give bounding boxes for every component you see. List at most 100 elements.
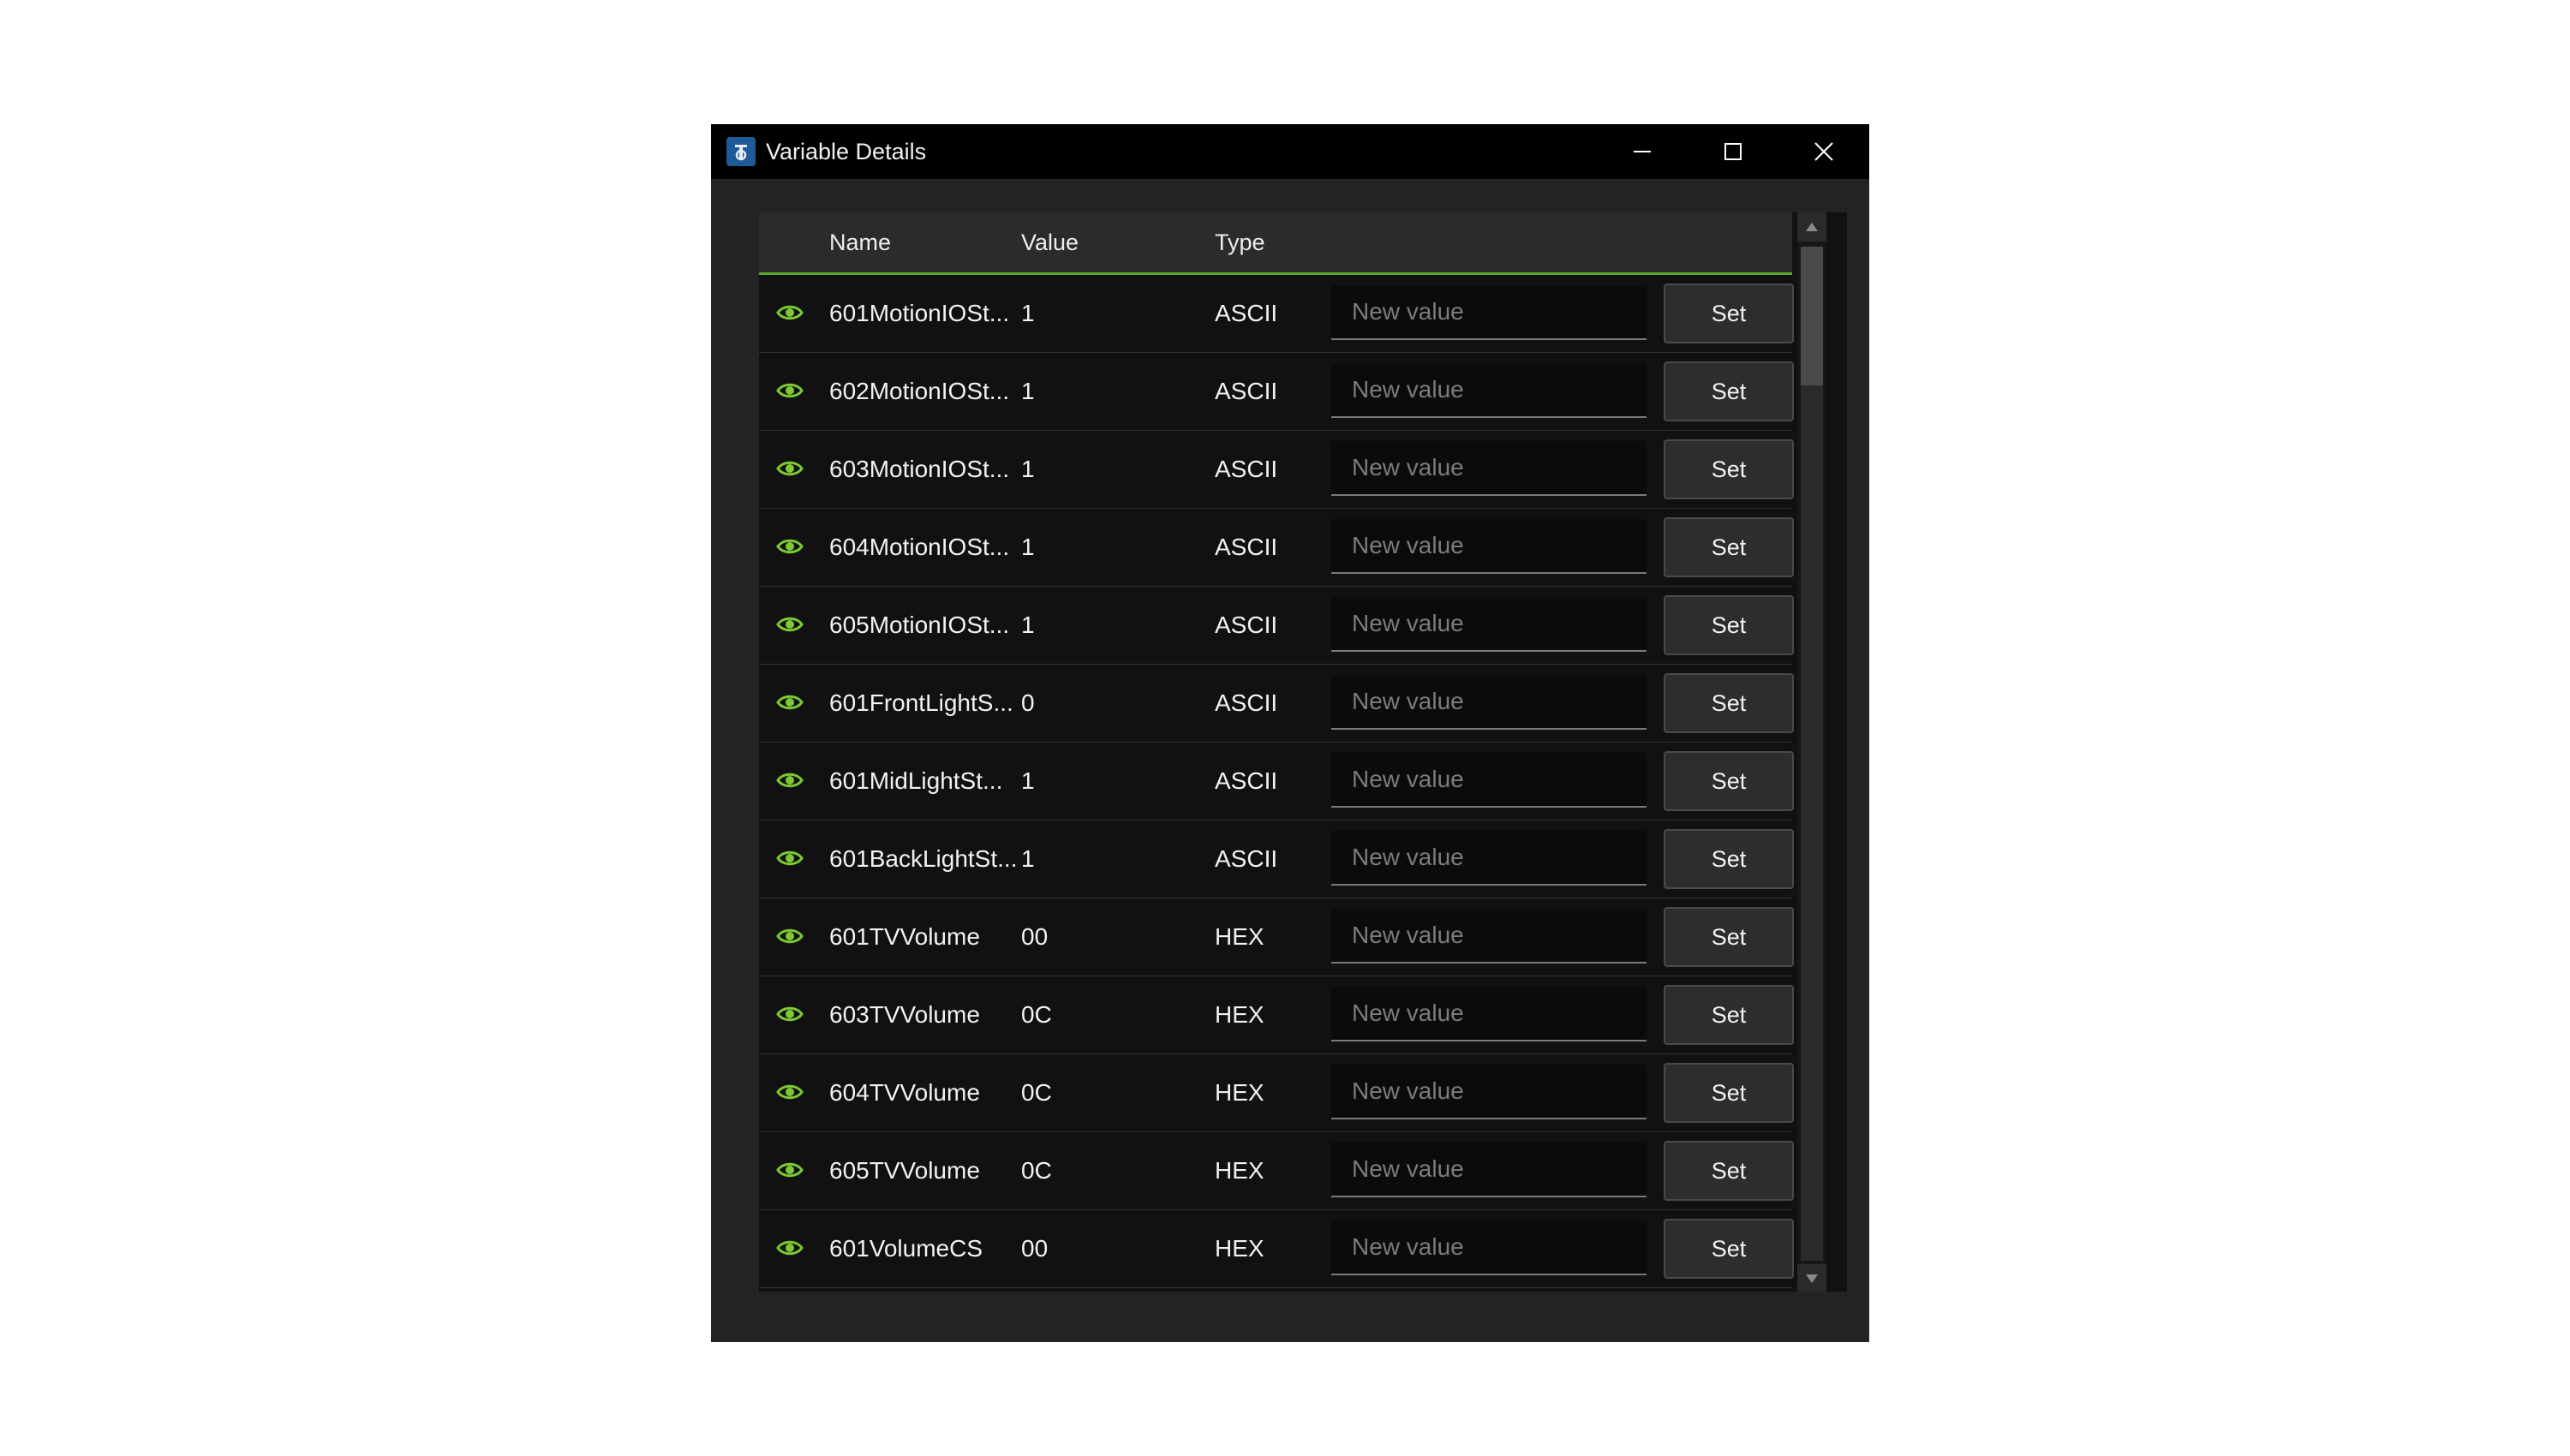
variable-name: 603TVVolume: [829, 1001, 980, 1028]
new-value-input[interactable]: [1331, 909, 1647, 964]
column-header-type[interactable]: Type: [1215, 212, 1265, 272]
variable-details-window: Variable Details Name Value Type 601Moti…: [711, 124, 1869, 1342]
scrollbar-track[interactable]: [1801, 385, 1823, 1261]
maximize-icon: [1724, 143, 1742, 160]
table-row: Set: [759, 1288, 1792, 1292]
set-button[interactable]: Set: [1664, 1063, 1794, 1123]
table-row: 605TVVolume 0C HEX Set: [759, 1132, 1794, 1210]
set-button[interactable]: Set: [1664, 361, 1794, 421]
table-row: 604TVVolume 0C HEX Set: [759, 1054, 1794, 1132]
variable-name: 603MotionIOSt...: [829, 456, 1010, 482]
variable-type: ASCII: [1215, 378, 1278, 404]
variable-value: 1: [1021, 378, 1035, 404]
close-button[interactable]: [1778, 124, 1869, 179]
variable-value: 00: [1021, 1235, 1049, 1262]
table-row: 603TVVolume 0C HEX Set: [759, 976, 1794, 1054]
variable-name: 605MotionIOSt...: [829, 612, 1010, 638]
column-header-name[interactable]: Name: [829, 212, 891, 272]
variable-value: 1: [1021, 612, 1035, 638]
eye-icon[interactable]: [776, 458, 804, 479]
close-icon: [1814, 142, 1833, 161]
variable-value: 1: [1021, 767, 1035, 794]
new-value-input[interactable]: [1331, 987, 1647, 1041]
set-button[interactable]: Set: [1664, 985, 1794, 1045]
set-button[interactable]: Set: [1664, 673, 1794, 733]
variable-value: 0C: [1021, 1001, 1052, 1028]
eye-icon[interactable]: [776, 1238, 804, 1258]
eye-icon[interactable]: [776, 1004, 804, 1024]
new-value-input[interactable]: [1331, 831, 1647, 886]
variable-value: 1: [1021, 300, 1035, 326]
variable-name: 604MotionIOSt...: [829, 534, 1010, 560]
variable-type: ASCII: [1215, 689, 1278, 716]
variables-table: Name Value Type 601MotionIOSt... 1 ASCII Se…: [759, 212, 1847, 1292]
variable-name: 604TVVolume: [829, 1079, 980, 1106]
variable-name: 602MotionIOSt...: [829, 378, 1010, 404]
set-button[interactable]: Set: [1664, 751, 1794, 811]
variable-name: 601FrontLightS...: [829, 689, 1013, 716]
variable-name: 605TVVolume: [829, 1157, 980, 1184]
new-value-input[interactable]: [1331, 363, 1647, 418]
new-value-input[interactable]: [1331, 1143, 1647, 1197]
maximize-button[interactable]: [1688, 124, 1778, 179]
new-value-input[interactable]: [1331, 1065, 1647, 1119]
caret-down-icon: [1806, 1274, 1818, 1283]
variable-type: ASCII: [1215, 845, 1278, 872]
table-row: 601MotionIOSt... 1 ASCII Set: [759, 275, 1794, 353]
set-button[interactable]: Set: [1664, 283, 1794, 343]
variable-type: HEX: [1215, 923, 1264, 950]
set-button[interactable]: Set: [1664, 829, 1794, 889]
caret-up-icon: [1806, 223, 1818, 231]
minimize-icon: [1634, 151, 1651, 152]
eye-icon[interactable]: [776, 380, 804, 401]
variable-name: 601TVVolume: [829, 923, 980, 950]
new-value-input[interactable]: [1331, 441, 1647, 496]
table-row: 601FrontLightS... 0 ASCII Set: [759, 665, 1794, 743]
eye-icon[interactable]: [776, 1082, 804, 1102]
eye-icon[interactable]: [776, 770, 804, 791]
eye-icon[interactable]: [776, 848, 804, 868]
scrollbar-thumb[interactable]: [1801, 247, 1823, 385]
new-value-input[interactable]: [1331, 519, 1647, 574]
eye-icon[interactable]: [776, 614, 804, 635]
variable-type: HEX: [1215, 1001, 1264, 1028]
eye-icon[interactable]: [776, 926, 804, 946]
variable-type: ASCII: [1215, 612, 1278, 638]
table-row: 603MotionIOSt... 1 ASCII Set: [759, 431, 1794, 509]
set-button[interactable]: Set: [1664, 439, 1794, 499]
set-button[interactable]: Set: [1664, 517, 1794, 577]
title-bar[interactable]: Variable Details: [711, 124, 1869, 179]
eye-icon[interactable]: [776, 692, 804, 713]
vertical-scrollbar[interactable]: [1797, 212, 1826, 1292]
set-button[interactable]: Set: [1664, 1141, 1794, 1201]
eye-icon[interactable]: [776, 302, 804, 323]
set-button[interactable]: Set: [1664, 595, 1794, 655]
minimize-button[interactable]: [1597, 124, 1688, 179]
set-button[interactable]: Set: [1664, 1219, 1794, 1279]
new-value-input[interactable]: [1331, 675, 1647, 730]
new-value-input[interactable]: [1331, 753, 1647, 808]
table-row: 605MotionIOSt... 1 ASCII Set: [759, 587, 1794, 665]
table-row: 601TVVolume 00 HEX Set: [759, 898, 1794, 976]
eye-icon[interactable]: [776, 1160, 804, 1180]
new-value-input[interactable]: [1331, 1220, 1647, 1275]
table-row: 601MidLightSt... 1 ASCII Set: [759, 743, 1794, 820]
variable-type: HEX: [1215, 1079, 1264, 1106]
window-title: Variable Details: [766, 139, 927, 164]
variable-name: 601VolumeCS: [829, 1235, 983, 1262]
variable-value: 00: [1021, 923, 1049, 950]
set-button[interactable]: Set: [1664, 907, 1794, 967]
new-value-input[interactable]: [1331, 285, 1647, 340]
eye-icon[interactable]: [776, 536, 804, 557]
variable-value: 1: [1021, 534, 1035, 560]
app-logo-icon: [726, 137, 756, 166]
column-header-value[interactable]: Value: [1021, 212, 1079, 272]
scroll-up-button[interactable]: [1797, 212, 1826, 242]
table-row: 601BackLightSt...1 ASCII Set: [759, 820, 1794, 898]
variable-type: ASCII: [1215, 767, 1278, 794]
new-value-input[interactable]: [1331, 597, 1647, 652]
variable-value: 0: [1021, 689, 1035, 716]
variable-name: 601BackLightSt...: [829, 845, 1018, 872]
variable-value: 1: [1021, 456, 1035, 482]
scroll-down-button[interactable]: [1797, 1264, 1826, 1292]
